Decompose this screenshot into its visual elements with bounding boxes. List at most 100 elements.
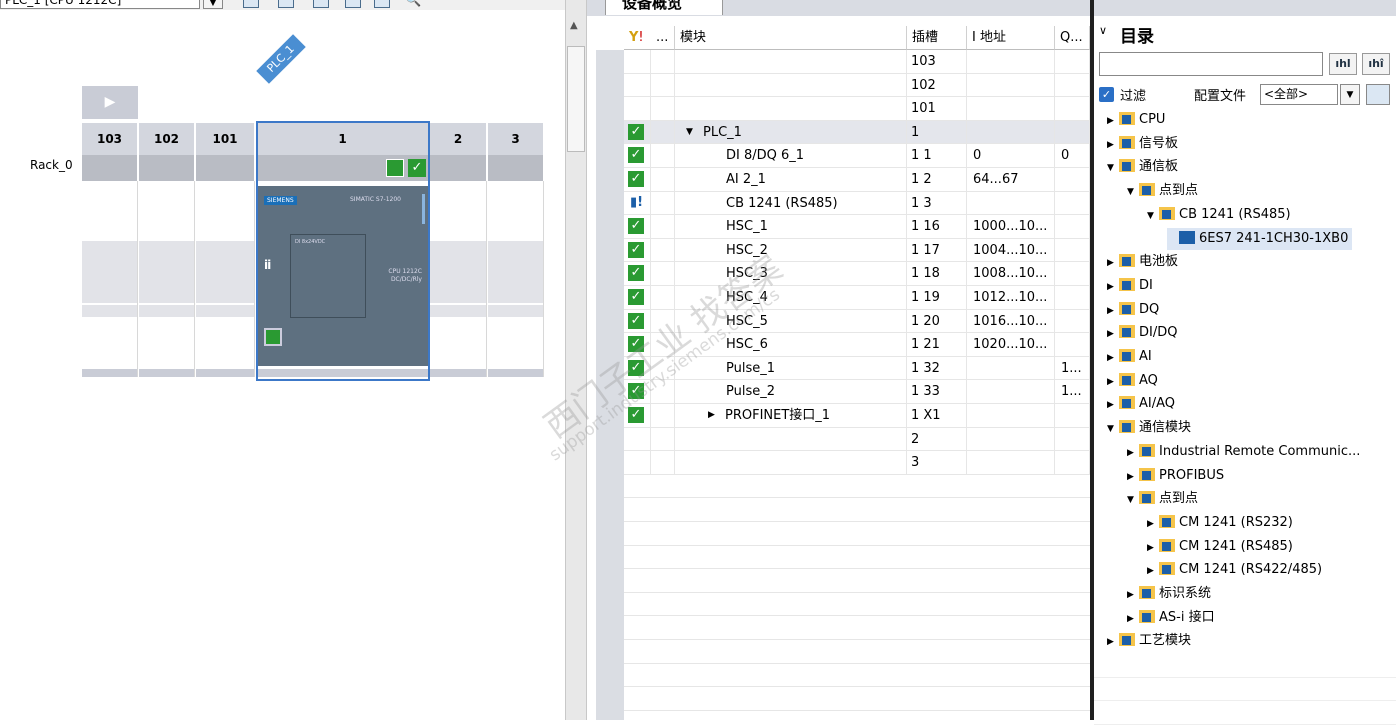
chevron-right-icon[interactable]: ▶: [1127, 608, 1139, 630]
chevron-right-icon[interactable]: ▶: [1107, 110, 1119, 132]
profile-settings-icon[interactable]: [1366, 84, 1390, 105]
fit-icon[interactable]: [243, 0, 259, 8]
tree-item[interactable]: ▶CM 1241 (RS485): [1147, 536, 1293, 559]
tree-item[interactable]: ▶AI: [1107, 346, 1152, 369]
tree-item[interactable]: ▶CM 1241 (RS422/485): [1147, 559, 1322, 582]
table-row[interactable]: ✓HSC_11 161000...10...: [624, 215, 1090, 239]
tree-item[interactable]: 6ES7 241-1CH30-1XB0: [1167, 228, 1352, 250]
chevron-down-icon[interactable]: ▼: [686, 121, 693, 144]
slot-cell-102[interactable]: [139, 181, 195, 377]
chevron-right-icon[interactable]: ▶: [1107, 394, 1119, 416]
table-row[interactable]: ✓▶PROFINET接口_11 X1: [624, 404, 1090, 428]
grid-icon[interactable]: [345, 0, 361, 8]
iaddr-value[interactable]: 1000...10...: [973, 215, 1053, 238]
table-row[interactable]: ✓DI 8/DQ 6_11 100: [624, 144, 1090, 168]
iaddr-value[interactable]: 1012...10...: [973, 286, 1053, 309]
tree-item[interactable]: ▶DI/DQ: [1107, 322, 1177, 345]
tree-item[interactable]: ▶AQ: [1107, 370, 1158, 393]
tree-item[interactable]: ▶PROFIBUS: [1127, 465, 1224, 488]
tree-item[interactable]: ▶工艺模块: [1107, 630, 1191, 653]
layout-icon[interactable]: [374, 0, 390, 8]
table-row[interactable]: 101: [624, 97, 1090, 121]
status-header[interactable]: ...: [651, 26, 675, 50]
chevron-right-icon[interactable]: ▶: [1107, 371, 1119, 393]
profile-select[interactable]: <全部>: [1260, 84, 1338, 105]
search-up-icon[interactable]: ıhî: [1362, 53, 1390, 75]
iaddr-value[interactable]: 1016...10...: [973, 310, 1053, 333]
chevron-right-icon[interactable]: ▶: [1107, 347, 1119, 369]
chevron-right-icon[interactable]: ▶: [1107, 134, 1119, 156]
search-down-icon[interactable]: ıhl: [1329, 53, 1357, 75]
tree-item[interactable]: ▼点到点: [1127, 180, 1198, 203]
slot-cell-103[interactable]: [82, 181, 138, 377]
chevron-down-icon[interactable]: ▼: [1127, 181, 1139, 203]
chevron-right-icon[interactable]: ▶: [1147, 560, 1159, 582]
scrollbar-thumb[interactable]: [567, 46, 585, 152]
tree-item[interactable]: ▼点到点: [1127, 488, 1198, 511]
catalog-search-input[interactable]: [1099, 52, 1323, 76]
table-row[interactable]: ✓HSC_31 181008...10...: [624, 262, 1090, 286]
table-row[interactable]: 102: [624, 74, 1090, 98]
scroll-up-icon[interactable]: ▲: [570, 20, 578, 31]
chevron-down-icon[interactable]: ▼: [1147, 205, 1159, 227]
qaddr-value[interactable]: 0: [1061, 144, 1089, 167]
chevron-down-icon[interactable]: ▼: [1107, 157, 1119, 179]
chevron-down-icon[interactable]: ▼: [1107, 418, 1119, 440]
chevron-right-icon[interactable]: ▶: [1107, 323, 1119, 345]
ethernet-port-icon[interactable]: [264, 328, 282, 346]
tree-item[interactable]: ▶电池板: [1107, 251, 1178, 274]
tree-item[interactable]: ▶AS-i 接口: [1127, 607, 1215, 630]
module-header[interactable]: 模块: [675, 26, 907, 50]
chevron-right-icon[interactable]: ▶: [1127, 466, 1139, 488]
chevron-right-icon[interactable]: ▶: [1107, 252, 1119, 274]
tree-item[interactable]: ▶DQ: [1107, 299, 1159, 322]
chevron-down-icon[interactable]: ▼: [203, 0, 223, 9]
chevron-right-icon[interactable]: ▶: [1107, 631, 1119, 653]
zoom-icon[interactable]: 🔍: [405, 0, 421, 8]
chevron-right-icon[interactable]: ▶: [1147, 513, 1159, 535]
tree-item[interactable]: ▶AI/AQ: [1107, 393, 1175, 416]
iaddr-value[interactable]: 1004...10...: [973, 239, 1053, 262]
tree-item[interactable]: ▶CM 1241 (RS232): [1147, 512, 1293, 535]
chevron-right-icon[interactable]: ▶: [1107, 300, 1119, 322]
chevron-right-icon[interactable]: ▶: [1127, 442, 1139, 464]
iaddr-header[interactable]: I 地址: [967, 26, 1055, 50]
tab-device-overview[interactable]: 设备概览: [605, 0, 723, 15]
tree-item[interactable]: ▼CB 1241 (RS485): [1147, 204, 1291, 227]
table-row[interactable]: ✓AI 2_11 264...67: [624, 168, 1090, 192]
table-row[interactable]: ✓▼PLC_11: [624, 121, 1090, 145]
qaddr-header[interactable]: Q...: [1055, 26, 1090, 50]
tree-item[interactable]: ▶信号板: [1107, 133, 1178, 156]
iaddr-value[interactable]: 1020...10...: [973, 333, 1053, 356]
table-row[interactable]: ✓HSC_21 171004...10...: [624, 239, 1090, 263]
table-row[interactable]: ▮!CB 1241 (RS485)1 3: [624, 192, 1090, 216]
tree-item[interactable]: ▶标识系统: [1127, 583, 1211, 606]
iaddr-value[interactable]: 0: [973, 144, 1053, 167]
table-row[interactable]: 3: [624, 451, 1090, 475]
table-row[interactable]: ✓Pulse_21 331...: [624, 380, 1090, 404]
collapse-icon[interactable]: ∨: [1099, 24, 1107, 37]
tree-item[interactable]: ▶CPU: [1107, 109, 1165, 132]
cpu-module[interactable]: SIEMENS SIMATIC S7-1200 DI 8x24VDC CPU 1…: [258, 186, 428, 366]
chevron-right-icon[interactable]: ▶: [1107, 276, 1119, 298]
view-icon[interactable]: [313, 0, 329, 8]
iaddr-value[interactable]: 1008...10...: [973, 262, 1053, 285]
rotate-icon[interactable]: [278, 0, 294, 8]
plc-name-tag[interactable]: PLC_1: [256, 34, 305, 83]
filter-checkbox[interactable]: ✓: [1099, 87, 1114, 102]
slot-header[interactable]: 插槽: [907, 26, 967, 50]
chevron-right-icon[interactable]: ▶: [1147, 537, 1159, 559]
tree-item[interactable]: ▶Industrial Remote Communic...: [1127, 441, 1360, 464]
tree-item[interactable]: ▶DI: [1107, 275, 1153, 298]
expand-arrow-icon[interactable]: ▶: [82, 86, 138, 119]
qaddr-value[interactable]: 1...: [1061, 380, 1089, 403]
slot-cell-3[interactable]: [488, 181, 544, 377]
chevron-down-icon[interactable]: ▼: [1340, 84, 1360, 105]
device-select[interactable]: PLC_1 [CPU 1212C]: [0, 0, 200, 9]
iaddr-value[interactable]: 64...67: [973, 168, 1053, 191]
slot-cell-101[interactable]: [196, 181, 255, 377]
table-row[interactable]: 103: [624, 50, 1090, 74]
slot-cell-2[interactable]: [430, 181, 487, 377]
table-row[interactable]: 2: [624, 428, 1090, 452]
chevron-right-icon[interactable]: ▶: [1127, 584, 1139, 606]
